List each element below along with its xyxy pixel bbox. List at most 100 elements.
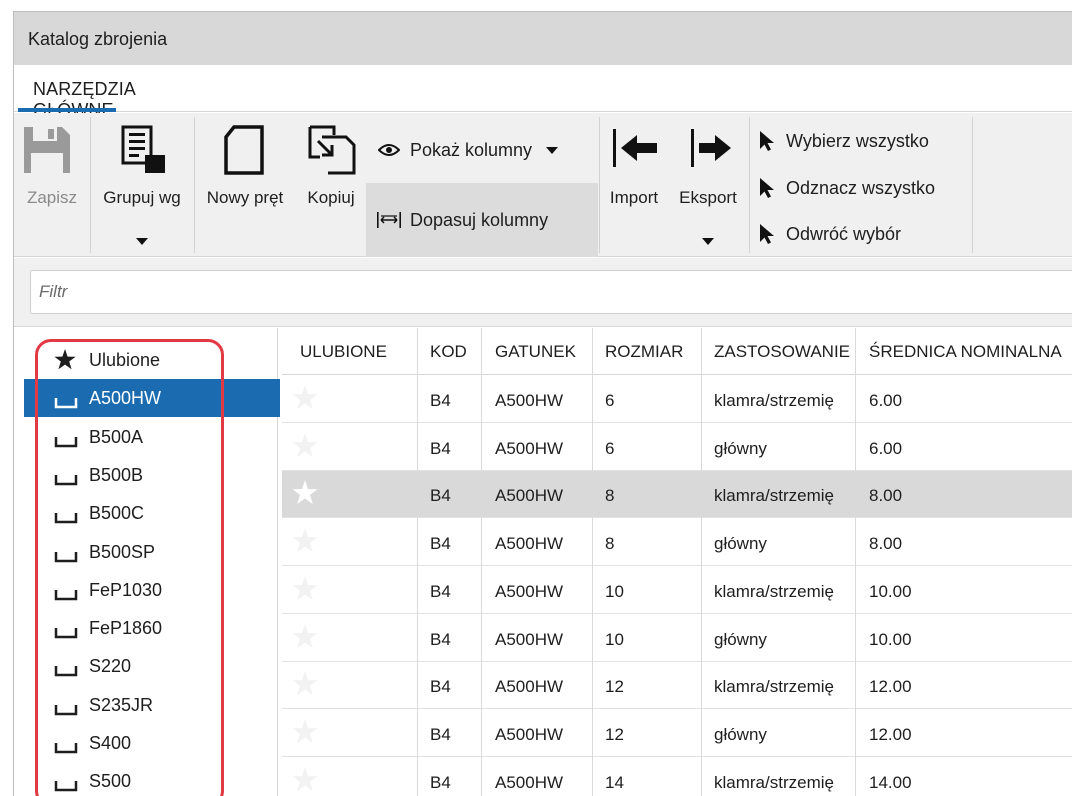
tree-item[interactable]: S400 bbox=[24, 724, 280, 762]
cell-gatunek: A500HW bbox=[495, 581, 564, 601]
copy-button[interactable]: Kopiuj bbox=[295, 113, 367, 257]
tree-item[interactable]: B500B bbox=[24, 456, 280, 494]
tree-item[interactable]: S500 bbox=[24, 762, 280, 796]
column-header[interactable]: ULUBIONE bbox=[300, 342, 387, 362]
fit-columns-button[interactable]: Dopasuj kolumny bbox=[366, 183, 598, 257]
tree-item[interactable]: B500A bbox=[24, 418, 280, 456]
cell-rozmiar: 12 bbox=[605, 677, 624, 697]
tree-item[interactable]: FeP1860 bbox=[24, 609, 280, 647]
favorite-star-icon[interactable] bbox=[292, 671, 318, 701]
cursor-icon bbox=[760, 131, 774, 151]
favorite-star-icon[interactable] bbox=[292, 575, 318, 606]
tab-main-tools[interactable]: NARZĘDZIA GŁÓWNE bbox=[14, 65, 135, 120]
star-icon bbox=[54, 349, 76, 375]
cell-gatunek: A500HW bbox=[495, 391, 564, 410]
favorite-star-icon[interactable] bbox=[292, 766, 318, 796]
copy-label: Kopiuj bbox=[307, 188, 355, 207]
tree-item-label: B500A bbox=[89, 426, 144, 447]
column-header[interactable]: GATUNEK bbox=[495, 342, 576, 362]
grade-tree: Ulubione A500HW B500A B500B B500C B500SP FeP10… bbox=[14, 328, 280, 796]
cell-zastosowanie: klamra/strzemię bbox=[714, 486, 834, 506]
tray-icon bbox=[54, 393, 78, 414]
tree-item-label: B500B bbox=[89, 464, 144, 485]
table-row[interactable]: B4 A500HW 6 główny 6.00 bbox=[282, 424, 1072, 471]
tree-item[interactable]: Ulubione bbox=[24, 341, 280, 379]
table-row[interactable]: B4 A500HW 8 główny 8.00 bbox=[282, 519, 1072, 567]
column-divider bbox=[481, 328, 482, 796]
cell-srednica: 6.00 bbox=[869, 438, 903, 458]
column-header[interactable]: KOD bbox=[430, 342, 467, 362]
cell-srednica: 8.00 bbox=[869, 486, 903, 506]
tree-item[interactable]: A500HW bbox=[24, 379, 280, 418]
tree-item[interactable]: FeP1030 bbox=[24, 571, 280, 609]
cell-zastosowanie: klamra/strzemię bbox=[714, 581, 834, 601]
cell-gatunek: A500HW bbox=[495, 486, 564, 506]
tree-item-label: S400 bbox=[89, 733, 132, 753]
favorite-star-icon[interactable] bbox=[292, 480, 318, 510]
cell-kod: B4 bbox=[430, 724, 451, 744]
cell-gatunek: A500HW bbox=[495, 629, 564, 649]
cell-srednica: 6.00 bbox=[869, 391, 903, 410]
filter-bar bbox=[14, 258, 1072, 327]
cell-zastosowanie: główny bbox=[714, 629, 767, 649]
tree-item-label: FeP1860 bbox=[89, 618, 163, 639]
filter-field[interactable] bbox=[30, 270, 1072, 314]
tree-item[interactable]: S235JR bbox=[24, 686, 280, 724]
new-document-icon bbox=[224, 125, 264, 175]
cell-zastosowanie: klamra/strzemię bbox=[714, 772, 834, 792]
table-row[interactable]: B4 A500HW 10 główny 10.00 bbox=[282, 615, 1072, 662]
table-row[interactable]: B4 A500HW 14 klamra/strzemię 14.00 bbox=[282, 758, 1072, 796]
invert-selection-button[interactable]: Odwróć wybór bbox=[758, 216, 901, 252]
table-row[interactable]: B4 A500HW 6 klamra/strzemię 6.00 bbox=[282, 376, 1072, 423]
show-columns-button[interactable]: Pokaż kolumny bbox=[374, 132, 598, 168]
favorite-star-icon[interactable] bbox=[292, 718, 318, 749]
tree-item[interactable]: B500C bbox=[24, 494, 280, 532]
active-tab-indicator bbox=[18, 108, 116, 112]
group-by-dropdown-arrow-icon bbox=[136, 238, 148, 245]
cell-srednica: 10.00 bbox=[869, 581, 912, 601]
favorite-star-icon[interactable] bbox=[292, 623, 318, 654]
show-columns-dropdown-arrow-icon bbox=[546, 146, 559, 154]
export-button[interactable]: Eksport bbox=[668, 113, 748, 257]
cell-kod: B4 bbox=[430, 629, 451, 649]
import-arrow-icon bbox=[613, 129, 657, 167]
deselect-all-button[interactable]: Odznacz wszystko bbox=[758, 170, 935, 206]
deselect-all-label: Odznacz wszystko bbox=[786, 177, 936, 198]
favorite-star-icon[interactable] bbox=[292, 528, 318, 558]
cell-gatunek: A500HW bbox=[495, 772, 564, 792]
select-all-button[interactable]: Wybierz wszystko bbox=[758, 123, 929, 159]
favorite-star-icon[interactable] bbox=[292, 385, 318, 415]
cell-srednica: 12.00 bbox=[869, 677, 912, 697]
favorite-star-icon[interactable] bbox=[292, 432, 318, 463]
tray-icon bbox=[54, 470, 78, 491]
tree-item[interactable]: B500SP bbox=[24, 533, 280, 571]
cell-kod: B4 bbox=[430, 391, 451, 410]
cell-rozmiar: 8 bbox=[605, 486, 615, 506]
column-header[interactable]: ZASTOSOWANIE bbox=[714, 342, 850, 362]
filter-input[interactable] bbox=[31, 271, 1072, 313]
import-button[interactable]: Import bbox=[600, 113, 668, 257]
table-row[interactable]: B4 A500HW 12 klamra/strzemię 12.00 bbox=[282, 662, 1072, 710]
tree-item[interactable]: S220 bbox=[24, 647, 280, 685]
new-bar-label: Nowy pręt bbox=[206, 188, 284, 207]
cell-kod: B4 bbox=[430, 581, 451, 601]
column-divider bbox=[592, 328, 593, 796]
save-button[interactable]: Zapisz bbox=[14, 113, 90, 257]
group-by-button[interactable]: Grupuj wg bbox=[91, 113, 193, 257]
import-label: Import bbox=[609, 188, 659, 207]
table-row[interactable]: B4 A500HW 12 główny 12.00 bbox=[282, 710, 1072, 757]
cell-rozmiar: 10 bbox=[605, 581, 624, 601]
column-header[interactable]: ROZMIAR bbox=[605, 342, 683, 362]
table-row[interactable]: B4 A500HW 8 klamra/strzemię 8.00 bbox=[282, 471, 1072, 519]
new-bar-button[interactable]: Nowy pręt bbox=[195, 113, 295, 257]
cell-kod: B4 bbox=[430, 438, 451, 458]
table-row[interactable]: B4 A500HW 10 klamra/strzemię 10.00 bbox=[282, 567, 1072, 614]
show-columns-label: Pokaż kolumny bbox=[410, 139, 533, 160]
column-header[interactable]: ŚREDNICA NOMINALNA bbox=[869, 342, 1062, 362]
tray-icon bbox=[54, 661, 78, 682]
tree-item-label: B500C bbox=[89, 503, 145, 524]
save-label: Zapisz bbox=[26, 188, 78, 207]
cell-kod: B4 bbox=[430, 772, 451, 792]
select-all-label: Wybierz wszystko bbox=[786, 130, 929, 151]
tray-icon bbox=[54, 776, 78, 796]
